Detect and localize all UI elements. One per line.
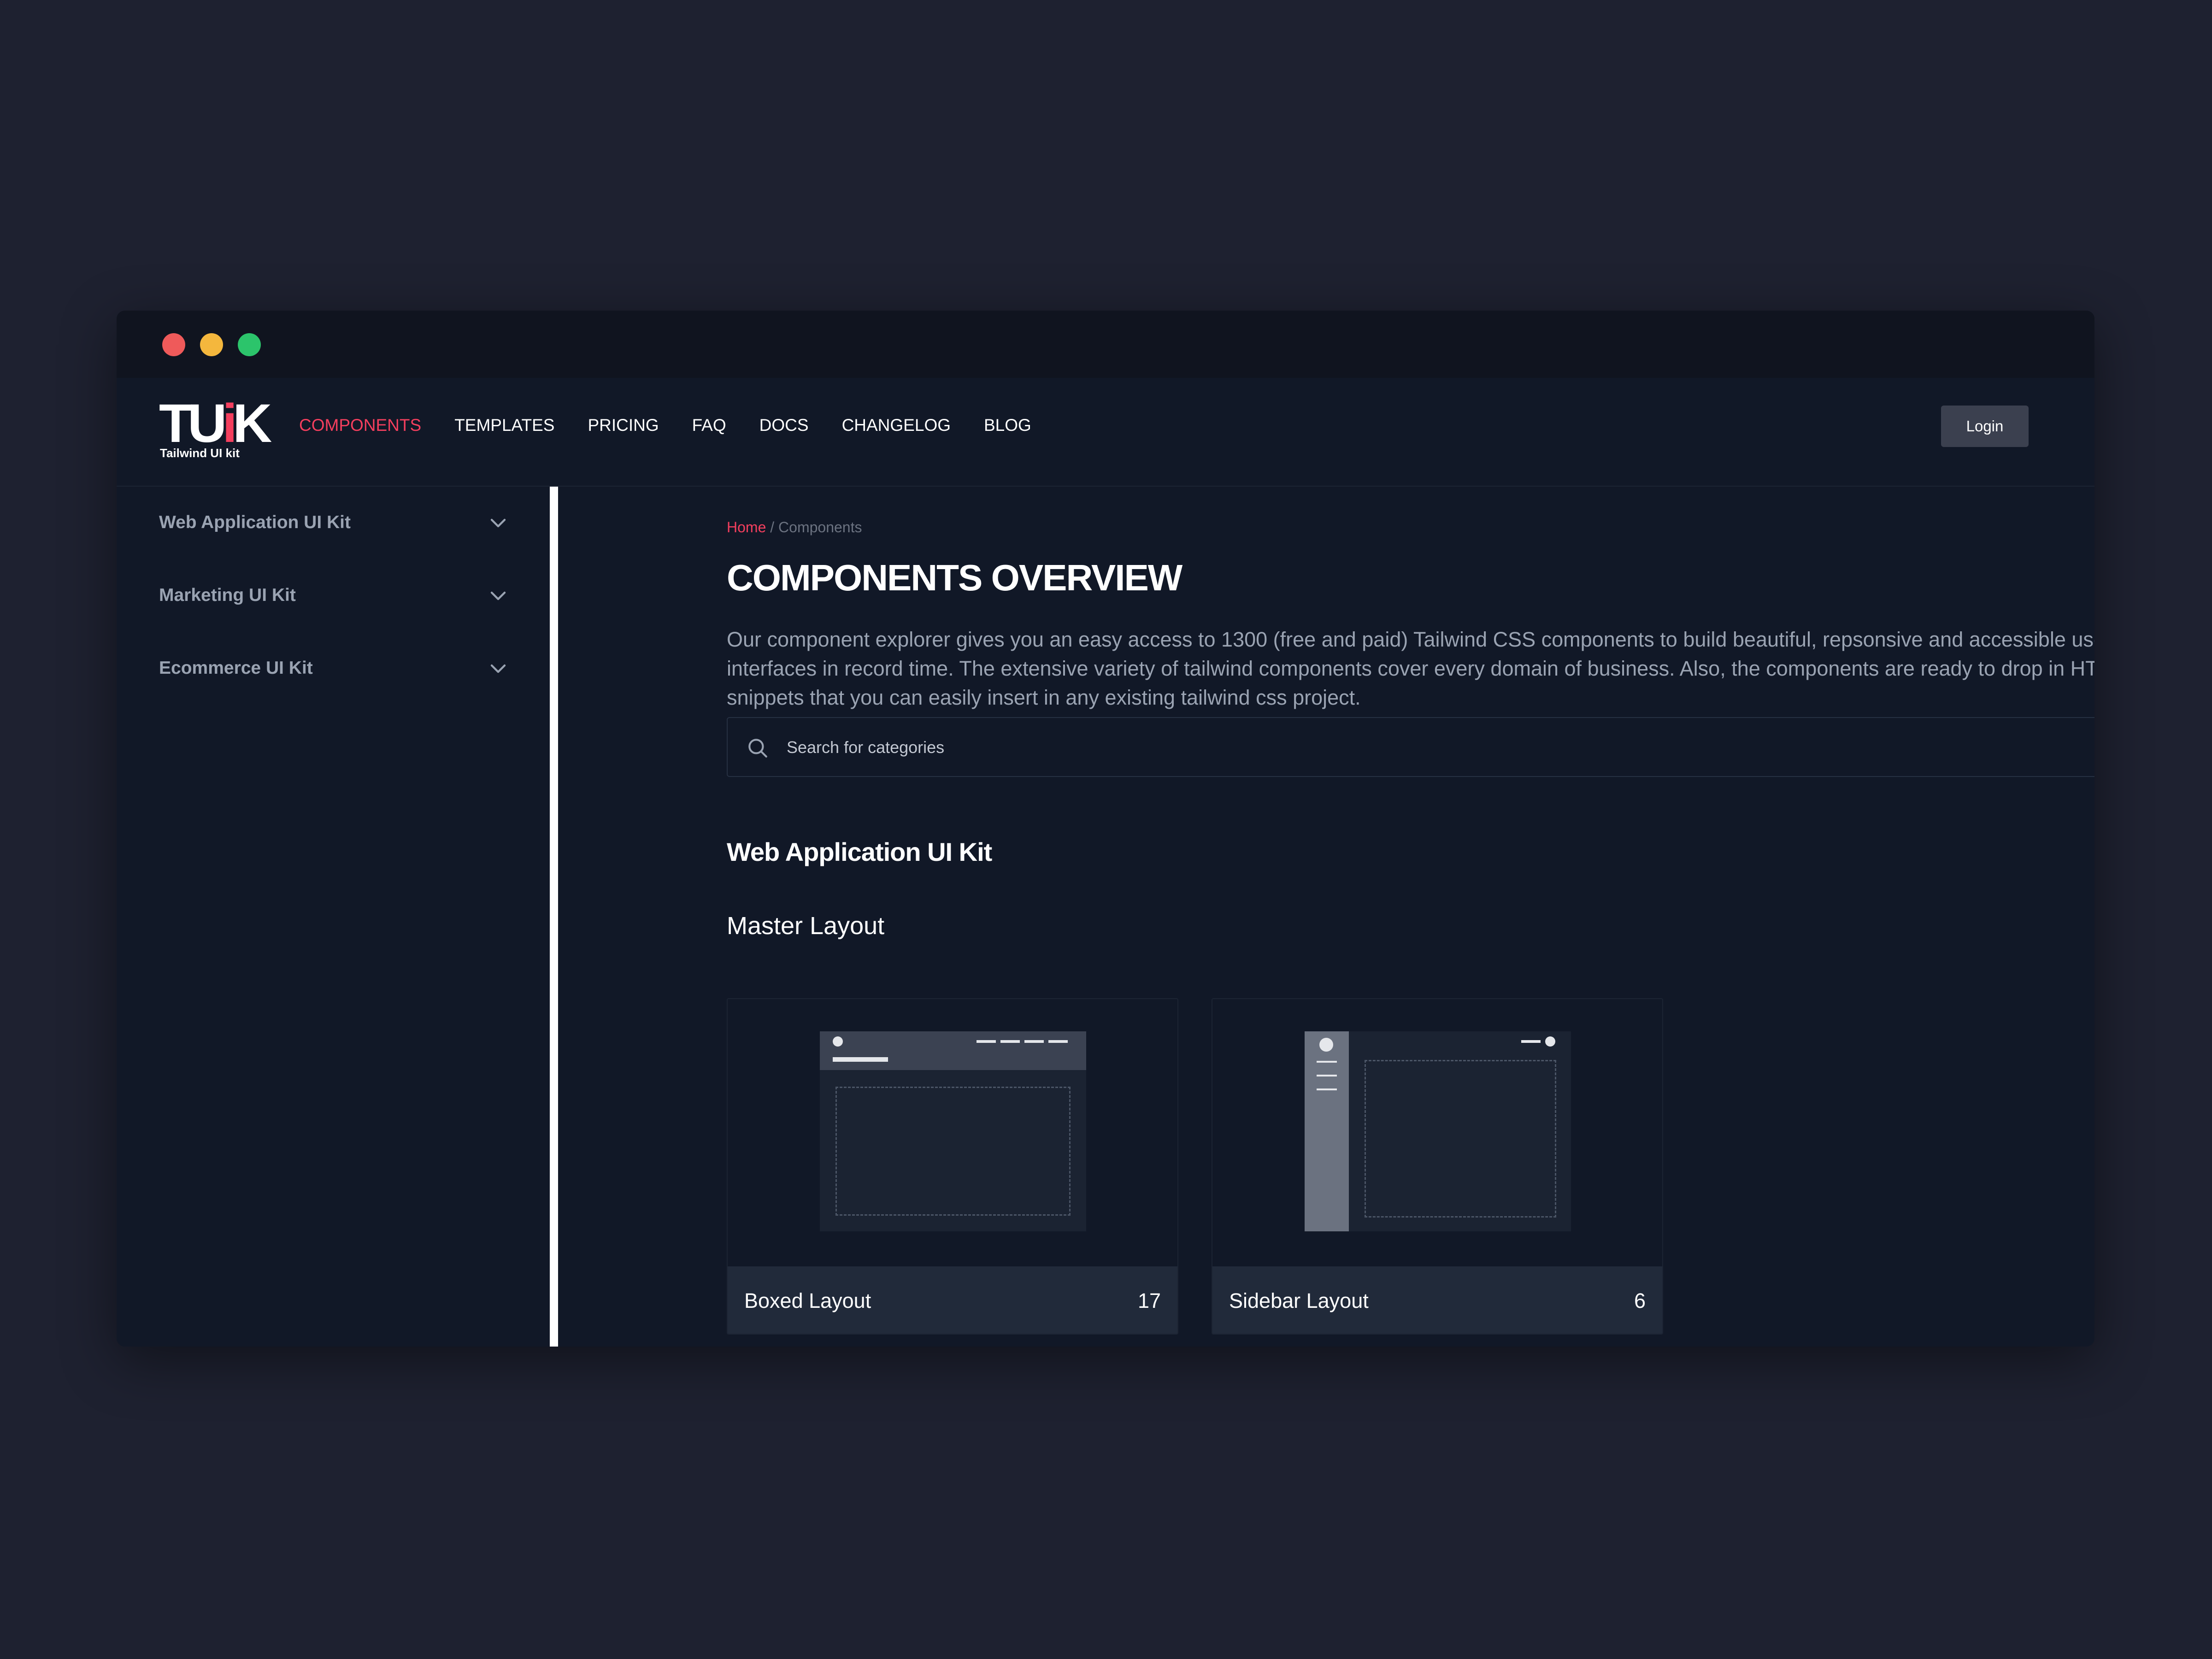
- logo-mark: TUiK: [159, 393, 272, 454]
- logo-subtitle: Tailwind UI kit: [160, 446, 240, 460]
- breadcrumb-separator: /: [770, 519, 775, 535]
- wireframe-dot: [1545, 1036, 1555, 1047]
- sidebar-scrollbar[interactable]: [550, 487, 558, 1347]
- app-window: TUiK Tailwind UI kit COMPONENTS TEMPLATE…: [117, 311, 2094, 1347]
- card-name: Boxed Layout: [744, 1289, 871, 1312]
- nav-blog[interactable]: BLOG: [984, 416, 1031, 435]
- nav-templates[interactable]: TEMPLATES: [454, 416, 554, 435]
- card-count: 17: [1137, 1289, 1161, 1312]
- chevron-down-icon: [490, 518, 506, 528]
- wireframe-dot: [833, 1036, 843, 1047]
- sidebar-item-ecommerce-ui-kit[interactable]: Ecommerce UI Kit: [159, 650, 509, 687]
- close-window-button[interactable]: [162, 333, 185, 356]
- wireframe-line: [977, 1040, 996, 1043]
- component-card-boxed-layout[interactable]: Boxed Layout 17: [727, 998, 1178, 1335]
- card-footer: Boxed Layout 17: [728, 1266, 1177, 1334]
- wireframe-line: [1317, 1088, 1337, 1090]
- breadcrumb-home[interactable]: Home: [727, 519, 766, 535]
- main-content: Home / Components COMPONENTS OVERVIEW Ou…: [558, 487, 2094, 1347]
- component-card-sidebar-layout[interactable]: Sidebar Layout 6: [1212, 998, 1663, 1335]
- section-title: Web Application UI Kit: [727, 837, 992, 866]
- wireframe-line: [1521, 1040, 1541, 1043]
- wireframe-line: [833, 1057, 888, 1062]
- boxed-layout-illustration: [820, 1031, 1086, 1231]
- subsection-title: Master Layout: [727, 912, 885, 940]
- chevron-down-icon: [490, 591, 506, 600]
- sidebar-item-marketing-ui-kit[interactable]: Marketing UI Kit: [159, 577, 509, 614]
- search-input[interactable]: [786, 718, 2078, 777]
- card-name: Sidebar Layout: [1229, 1289, 1369, 1312]
- sidebar-item-label: Web Application UI Kit: [159, 512, 351, 532]
- page-title: COMPONENTS OVERVIEW: [727, 557, 1182, 598]
- login-button[interactable]: Login: [1941, 406, 2029, 447]
- wireframe-dot: [1319, 1038, 1333, 1052]
- wireframe-line: [1317, 1061, 1337, 1063]
- card-footer: Sidebar Layout 6: [1212, 1266, 1662, 1334]
- minimize-window-button[interactable]: [200, 333, 223, 356]
- wireframe-line: [1048, 1040, 1068, 1043]
- breadcrumb-current: Components: [778, 519, 862, 535]
- card-preview: [728, 999, 1177, 1266]
- chevron-down-icon: [490, 664, 506, 673]
- sidebar: Web Application UI Kit Marketing UI Kit …: [117, 487, 550, 1347]
- wireframe-line: [1024, 1040, 1044, 1043]
- window-titlebar: [117, 311, 2094, 378]
- sidebar-item-label: Marketing UI Kit: [159, 585, 296, 605]
- brand-logo[interactable]: TUiK Tailwind UI kit: [159, 393, 272, 465]
- wireframe-content-area: [835, 1087, 1071, 1216]
- nav-pricing[interactable]: PRICING: [588, 416, 659, 435]
- sidebar-item-web-application-ui-kit[interactable]: Web Application UI Kit: [159, 504, 509, 541]
- sidebar-item-label: Ecommerce UI Kit: [159, 658, 313, 678]
- top-navbar: TUiK Tailwind UI kit COMPONENTS TEMPLATE…: [117, 378, 2094, 487]
- search-box[interactable]: [727, 717, 2094, 777]
- nav-faq[interactable]: FAQ: [692, 416, 726, 435]
- wireframe-header: [820, 1031, 1086, 1070]
- nav-docs[interactable]: DOCS: [759, 416, 809, 435]
- maximize-window-button[interactable]: [238, 333, 261, 356]
- sidebar-layout-illustration: [1305, 1031, 1571, 1231]
- breadcrumb: Home / Components: [727, 519, 862, 536]
- wireframe-line: [1000, 1040, 1020, 1043]
- main-nav: COMPONENTS TEMPLATES PRICING FAQ DOCS CH…: [299, 416, 1065, 435]
- wireframe-line: [1317, 1075, 1337, 1077]
- search-icon: [748, 739, 767, 758]
- intro-paragraph: Our component explorer gives you an easy…: [727, 628, 2094, 709]
- card-count: 6: [1634, 1289, 1646, 1312]
- card-preview: [1212, 999, 1662, 1266]
- nav-changelog[interactable]: CHANGELOG: [842, 416, 951, 435]
- nav-components[interactable]: COMPONENTS: [299, 416, 421, 435]
- wireframe-content-area: [1365, 1060, 1556, 1218]
